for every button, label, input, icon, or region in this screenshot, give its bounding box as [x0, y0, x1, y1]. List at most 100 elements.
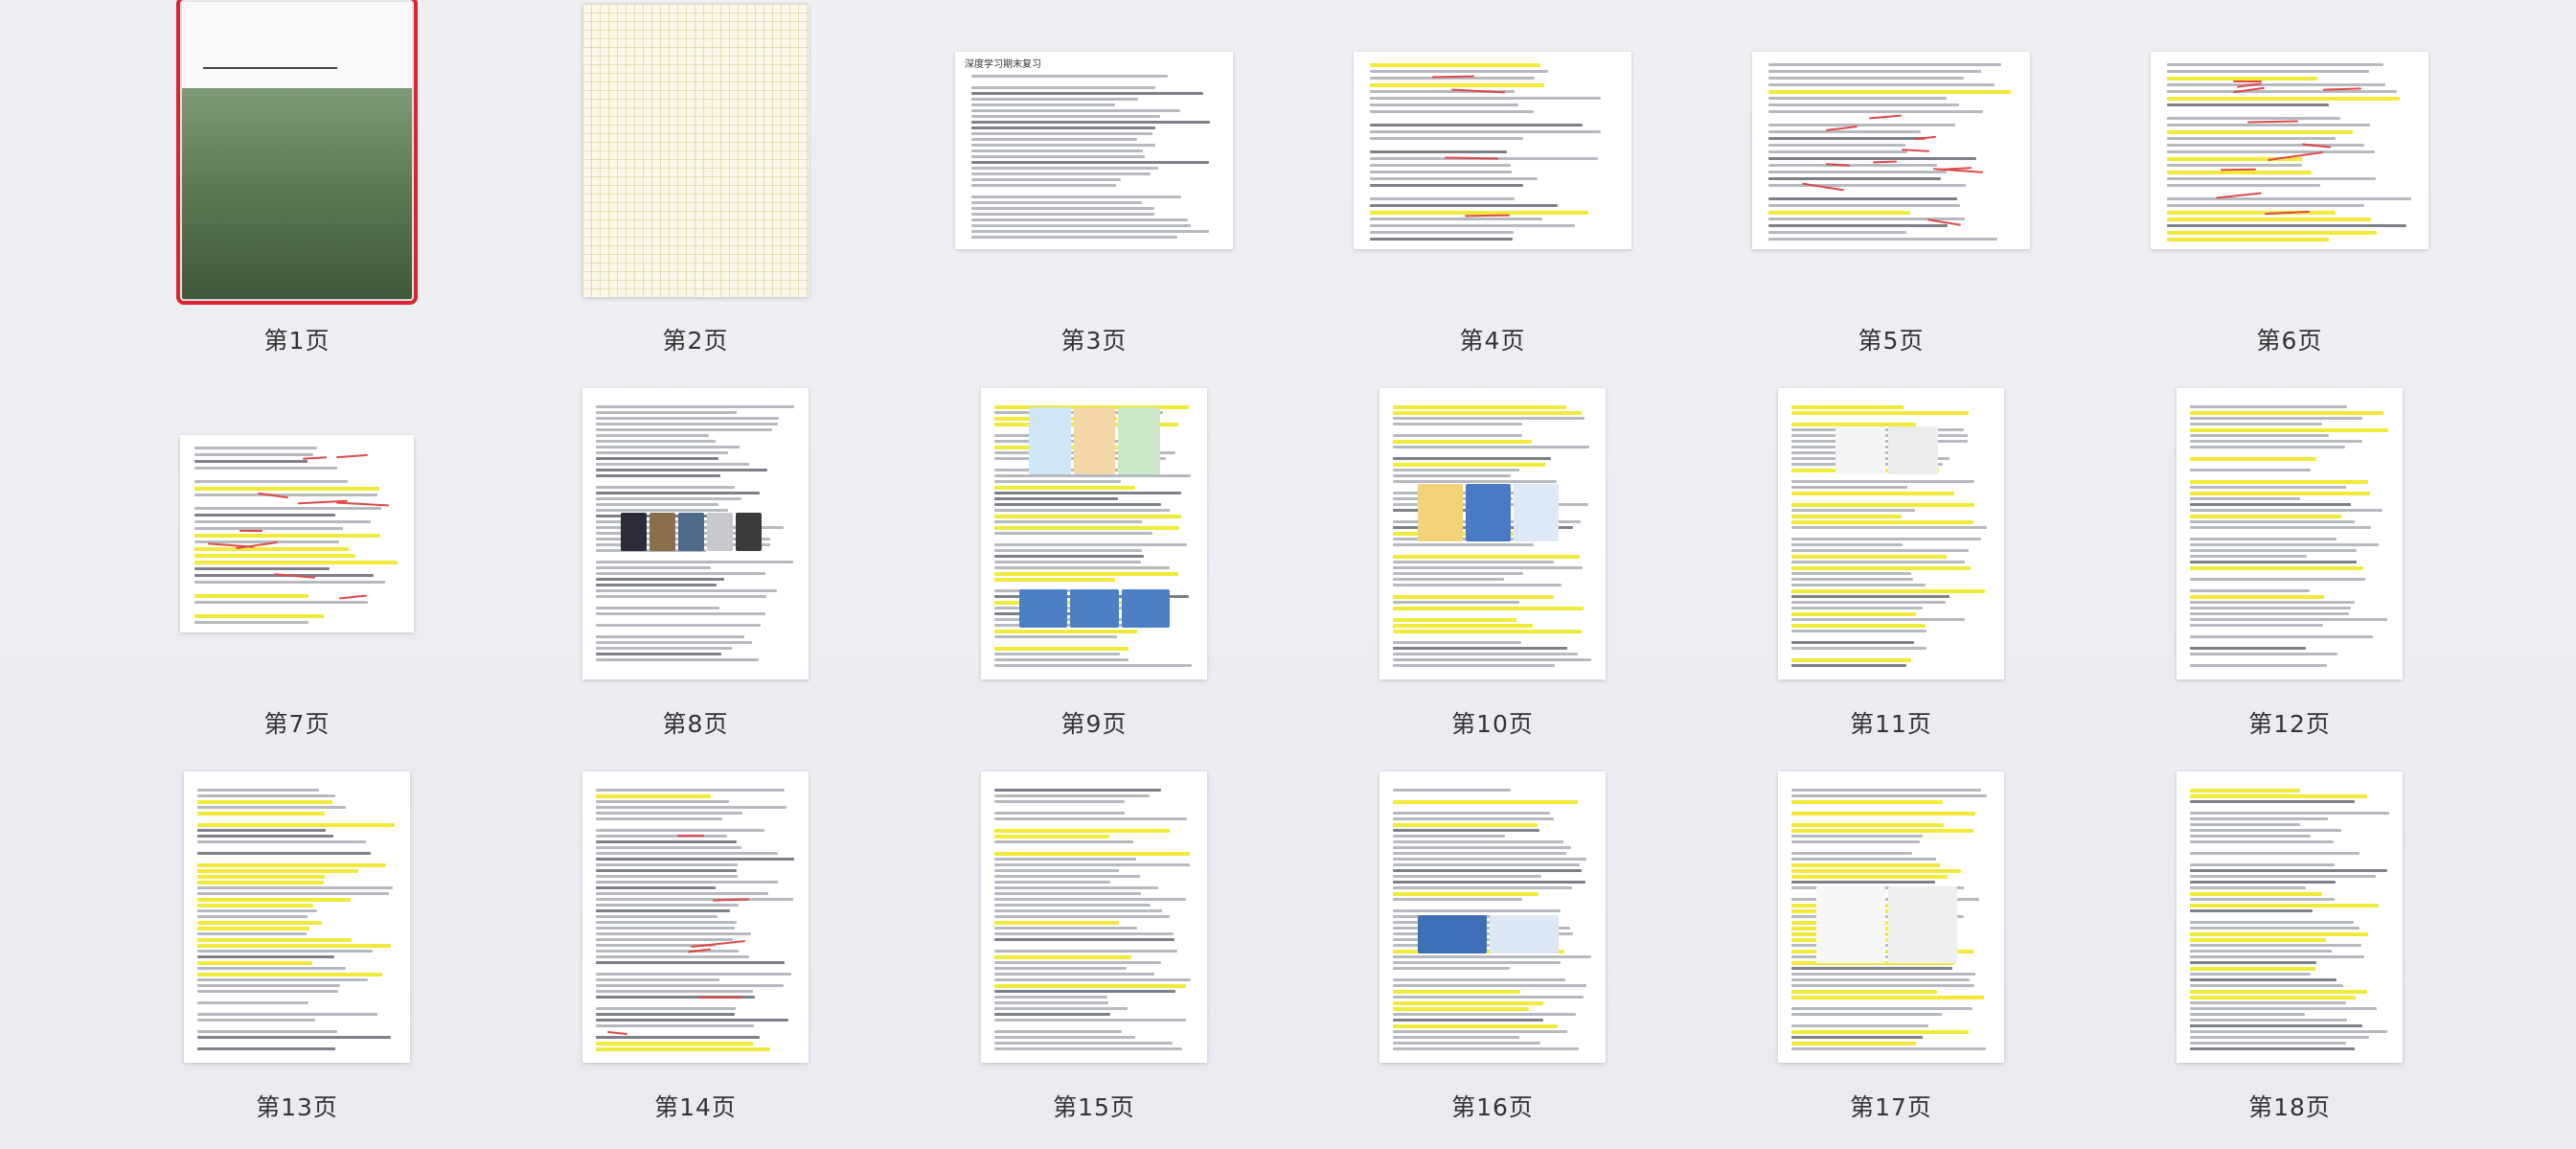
- text-line: [596, 789, 785, 792]
- page-thumbnail-item[interactable]: 第18页: [2090, 767, 2489, 1149]
- text-line: [1393, 1019, 1543, 1022]
- text-line: [197, 932, 307, 935]
- text-line: [596, 474, 720, 477]
- text-line: [194, 480, 348, 483]
- page-thumbnail-item[interactable]: 第9页: [895, 383, 1293, 767]
- text-line: [596, 1013, 735, 1016]
- text-line: [1768, 171, 1947, 173]
- page-thumbnail[interactable]: [176, 0, 418, 305]
- text-line: [2190, 835, 2311, 838]
- text-line: [994, 561, 1141, 563]
- page-thumbnail-item[interactable]: 第15页: [895, 767, 1293, 1149]
- text-line: [2190, 515, 2341, 518]
- text-line: [596, 658, 759, 661]
- text-line: [194, 507, 381, 510]
- page-thumbnail[interactable]: [2177, 388, 2403, 679]
- page-thumbnail-item[interactable]: 第11页: [1692, 383, 2090, 767]
- cover-top-area: [182, 2, 412, 88]
- page-thumbnail-item[interactable]: 第4页: [1293, 0, 1692, 383]
- text-line: [197, 812, 325, 816]
- text-line: [1791, 405, 1904, 409]
- figure-block: [1418, 915, 1487, 954]
- page-thumbnail[interactable]: [1778, 771, 2004, 1063]
- text-line: [596, 1042, 753, 1046]
- text-line: [2190, 509, 2382, 512]
- text-line: [194, 534, 380, 538]
- text-line: [2190, 589, 2310, 592]
- text-line: [2190, 566, 2363, 570]
- text-line: [596, 904, 739, 907]
- text-line: [1791, 624, 1926, 628]
- text-line: [1791, 480, 1974, 483]
- page-thumbnail[interactable]: [1752, 52, 2030, 249]
- text-line: [1393, 572, 1523, 575]
- text-line: [197, 927, 309, 931]
- page-thumbnail-item[interactable]: 第10页: [1293, 383, 1692, 767]
- text-line: [994, 915, 1170, 918]
- page-thumbnail-item[interactable]: 第8页: [496, 383, 895, 767]
- page-thumbnail[interactable]: [180, 435, 414, 632]
- page-thumbnail[interactable]: [1354, 52, 1631, 249]
- text-line: [994, 572, 1178, 576]
- text-line: [1393, 480, 1557, 483]
- page-thumbnail-item[interactable]: 第5页: [1692, 0, 2090, 383]
- text-line: [1370, 97, 1601, 100]
- page-thumbnail-item[interactable]: 第7页: [98, 383, 496, 767]
- text-line: [971, 172, 1151, 175]
- text-line: [1791, 829, 1973, 833]
- page-thumbnail-item[interactable]: 深度学习期末复习 第3页: [895, 0, 1293, 383]
- text-line: [1768, 144, 1905, 147]
- page-thumbnail[interactable]: [1778, 388, 2004, 679]
- annotation-mark: [2233, 80, 2262, 82]
- text-line: [994, 474, 1191, 477]
- page-thumbnail[interactable]: [2177, 771, 2403, 1063]
- text-line: [2190, 1013, 2305, 1016]
- page-number-label: 第13页: [256, 1093, 338, 1121]
- annotation-mark: [302, 456, 328, 460]
- text-line: [2167, 124, 2370, 126]
- page-thumbnail-item[interactable]: 第14页: [496, 767, 895, 1149]
- page-thumbnail[interactable]: [981, 388, 1207, 679]
- text-line: [994, 869, 1119, 872]
- page-thumbnail[interactable]: [582, 4, 809, 297]
- page-thumbnail[interactable]: [981, 771, 1207, 1063]
- text-line: [197, 794, 335, 797]
- text-line: [994, 973, 1154, 976]
- text-line: [994, 578, 1115, 582]
- text-line: [1370, 224, 1575, 227]
- text-line: [2190, 405, 2347, 408]
- annotation-mark: [338, 594, 368, 600]
- page-thumbnail-item[interactable]: 第17页: [1692, 767, 2090, 1149]
- text-line: [1393, 607, 1584, 610]
- page-thumbnail[interactable]: [2151, 52, 2428, 249]
- text-line: [971, 161, 1209, 164]
- text-line: [596, 624, 761, 627]
- page-thumbnail[interactable]: [184, 771, 410, 1063]
- page-thumbnail-item[interactable]: 第16页: [1293, 767, 1692, 1149]
- page-thumbnail-item[interactable]: 第6页: [2090, 0, 2489, 383]
- figure-block: [1466, 484, 1511, 541]
- text-line: [2190, 996, 2356, 1000]
- text-line: [197, 944, 391, 948]
- page-thumbnail[interactable]: [1379, 771, 1606, 1063]
- text-line: [994, 812, 1125, 815]
- text-line: [1791, 858, 1936, 861]
- page-thumbnail[interactable]: 深度学习期末复习: [955, 52, 1233, 249]
- text-line: [596, 584, 717, 586]
- text-line: [1393, 647, 1567, 650]
- page-thumbnail-item[interactable]: 第2页: [496, 0, 895, 383]
- text-line: [2190, 812, 2389, 815]
- page-thumbnail-item[interactable]: 第12页: [2090, 383, 2489, 767]
- text-line: [2167, 90, 2397, 93]
- text-line: [971, 98, 1138, 101]
- text-line: [1393, 653, 1578, 655]
- page-thumbnail-item[interactable]: 第13页: [98, 767, 496, 1149]
- page-number-label: 第17页: [1850, 1093, 1932, 1121]
- page-thumbnail-item[interactable]: 第1页: [98, 0, 496, 383]
- page-thumbnail[interactable]: [582, 388, 809, 679]
- text-line: [1791, 572, 1911, 575]
- page-thumbnail[interactable]: [582, 771, 809, 1063]
- page-thumbnail[interactable]: [1379, 388, 1606, 679]
- text-line: [2190, 457, 2316, 461]
- text-line: [1791, 1024, 1928, 1027]
